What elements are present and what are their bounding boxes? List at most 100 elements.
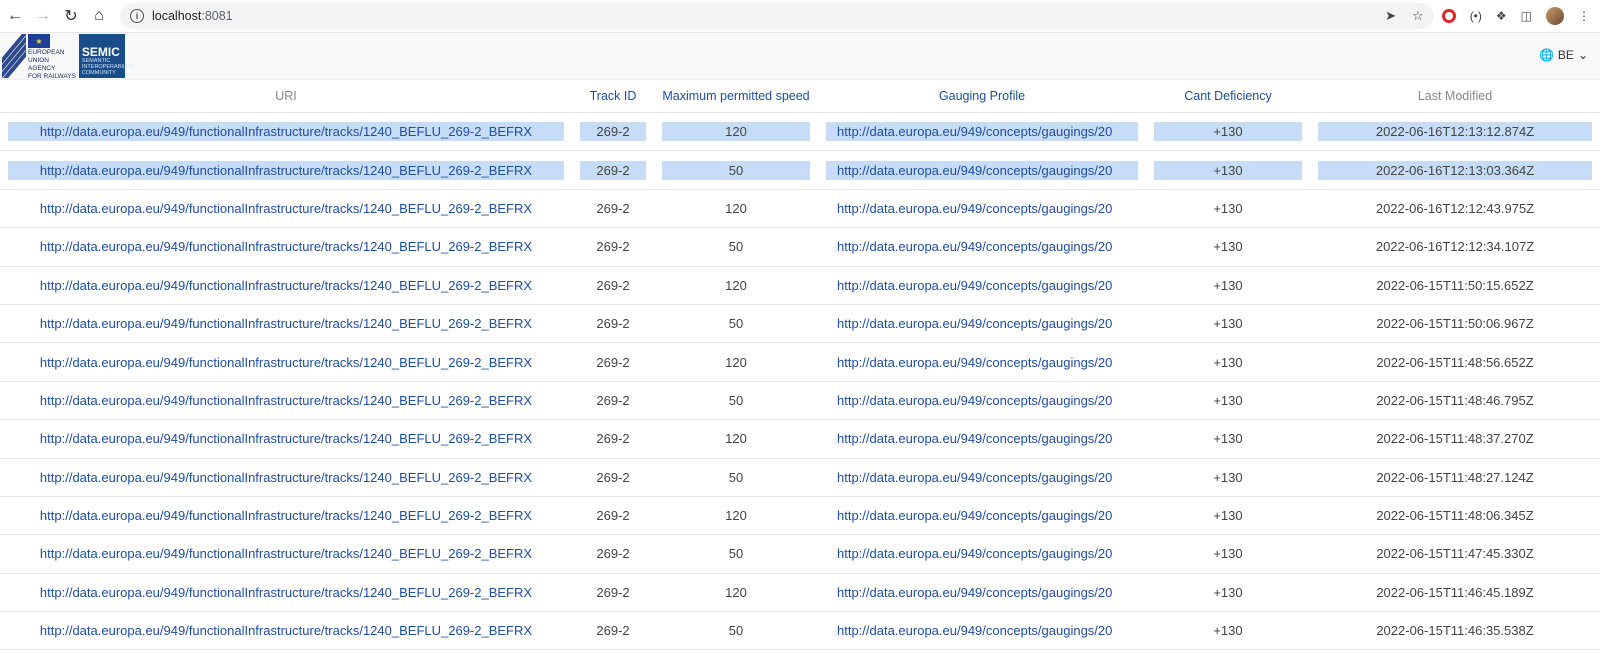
era-name-line: AGENCY [28, 65, 56, 72]
gauging-profile-link[interactable]: http://data.europa.eu/949/concepts/gaugi… [826, 468, 1138, 487]
gauging-profile-link[interactable]: http://data.europa.eu/949/concepts/gaugi… [826, 391, 1138, 410]
uri-link[interactable]: http://data.europa.eu/949/functionalInfr… [8, 391, 564, 410]
table-row[interactable]: http://data.europa.eu/949/functionalInfr… [0, 267, 1600, 305]
table-row[interactable]: http://data.europa.eu/949/functionalInfr… [0, 497, 1600, 536]
table-row[interactable]: http://data.europa.eu/949/functionalInfr… [0, 343, 1600, 382]
cant-deficiency-cell: +130 [1154, 160, 1302, 180]
uri-link[interactable]: http://data.europa.eu/949/functionalInfr… [8, 506, 564, 525]
profile-avatar[interactable] [1546, 7, 1564, 25]
max-speed-cell: 50 [728, 239, 744, 255]
gauging-profile-link[interactable]: http://data.europa.eu/949/concepts/gaugi… [826, 621, 1138, 640]
column-header-uri[interactable]: URI [0, 80, 572, 113]
home-icon[interactable]: ⌂ [86, 3, 112, 29]
column-header-last-modified[interactable]: Last Modified [1310, 80, 1600, 113]
side-panel-icon[interactable]: ◫ [1521, 9, 1532, 23]
last-modified-cell: 2022-06-16T12:12:34.107Z [1375, 239, 1535, 255]
track-id-cell: 269-2 [580, 160, 646, 180]
uri-link[interactable]: http://data.europa.eu/949/functionalInfr… [8, 429, 564, 448]
max-speed-cell: 50 [662, 160, 810, 180]
cant-deficiency-cell: +130 [1213, 508, 1243, 524]
uri-link[interactable]: http://data.europa.eu/949/functionalInfr… [8, 544, 564, 563]
uri-link[interactable]: http://data.europa.eu/949/functionalInfr… [8, 276, 564, 295]
opera-extension-icon[interactable] [1441, 9, 1456, 23]
track-id-cell: 269-2 [596, 469, 630, 485]
uri-link[interactable]: http://data.europa.eu/949/functionalInfr… [8, 160, 564, 180]
gauging-profile-link[interactable]: http://data.europa.eu/949/concepts/gaugi… [826, 276, 1138, 295]
max-speed-cell: 120 [662, 122, 810, 142]
max-speed-cell: 50 [728, 623, 744, 639]
gauging-profile-link[interactable]: http://data.europa.eu/949/concepts/gaugi… [826, 506, 1138, 525]
era-stripes-graphic [2, 34, 26, 78]
gauging-profile-link[interactable]: http://data.europa.eu/949/concepts/gaugi… [826, 314, 1138, 333]
semic-logo[interactable]: SEMIC SEMANTIC INTEROPERABILITY COMMUNIT… [78, 34, 135, 78]
uri-link[interactable]: http://data.europa.eu/949/functionalInfr… [8, 237, 564, 256]
cant-deficiency-cell: +130 [1213, 354, 1243, 370]
track-id-cell: 269-2 [596, 584, 630, 600]
max-speed-cell: 120 [725, 277, 747, 293]
last-modified-cell: 2022-06-15T11:48:46.795Z [1376, 392, 1534, 408]
extensions-puzzle-icon[interactable]: ❖ [1496, 9, 1507, 23]
send-icon[interactable]: ➤ [1385, 8, 1396, 24]
era-name-line: UNION [28, 57, 49, 64]
table-row[interactable]: http://data.europa.eu/949/functionalInfr… [0, 574, 1600, 613]
era-name-line: EUROPEAN [28, 49, 65, 56]
table-row[interactable]: http://data.europa.eu/949/functionalInfr… [0, 228, 1600, 267]
column-header-max-speed[interactable]: Maximum permitted speed [654, 80, 818, 113]
menu-kebab-icon[interactable]: ⋮ [1578, 9, 1590, 23]
table-row[interactable]: http://data.europa.eu/949/functionalInfr… [0, 190, 1600, 229]
extension-code-icon[interactable]: (•) [1470, 9, 1482, 23]
table-header-row: URI Track ID Maximum permitted speed Gau… [0, 80, 1600, 113]
track-id-cell: 269-2 [596, 316, 630, 332]
reload-icon[interactable]: ↻ [58, 3, 84, 29]
site-info-icon[interactable]: i [130, 9, 144, 23]
gauging-profile-link[interactable]: http://data.europa.eu/949/concepts/gaugi… [826, 429, 1138, 448]
uri-link[interactable]: http://data.europa.eu/949/functionalInfr… [8, 199, 564, 218]
forward-icon[interactable]: → [30, 3, 56, 29]
uri-link[interactable]: http://data.europa.eu/949/functionalInfr… [8, 621, 564, 640]
gauging-profile-link[interactable]: http://data.europa.eu/949/concepts/gaugi… [826, 353, 1138, 372]
last-modified-cell: 2022-06-15T11:47:45.330Z [1376, 546, 1534, 562]
gauging-profile-link[interactable]: http://data.europa.eu/949/concepts/gaugi… [826, 199, 1138, 218]
table-row[interactable]: http://data.europa.eu/949/functionalInfr… [0, 382, 1600, 421]
eu-flag-icon: ★ [28, 34, 50, 48]
gauging-profile-link[interactable]: http://data.europa.eu/949/concepts/gaugi… [826, 583, 1138, 602]
column-header-track-id[interactable]: Track ID [572, 80, 654, 113]
table-row[interactable]: http://data.europa.eu/949/functionalInfr… [0, 151, 1600, 190]
bookmark-star-icon[interactable]: ☆ [1412, 8, 1424, 24]
table-row[interactable]: http://data.europa.eu/949/functionalInfr… [0, 459, 1600, 497]
table-row[interactable]: http://data.europa.eu/949/functionalInfr… [0, 305, 1600, 344]
gauging-profile-link[interactable]: http://data.europa.eu/949/concepts/gaugi… [826, 544, 1138, 563]
table-row[interactable]: http://data.europa.eu/949/functionalInfr… [0, 113, 1600, 152]
uri-link[interactable]: http://data.europa.eu/949/functionalInfr… [8, 314, 564, 333]
uri-link[interactable]: http://data.europa.eu/949/functionalInfr… [8, 583, 564, 602]
cant-deficiency-cell: +130 [1213, 277, 1243, 293]
gauging-profile-link[interactable]: http://data.europa.eu/949/concepts/gaugi… [826, 122, 1138, 142]
column-header-gauging-profile[interactable]: Gauging Profile [818, 80, 1146, 113]
language-selector[interactable]: 🌐 BE ⌄ [1539, 48, 1588, 62]
cant-deficiency-cell: +130 [1213, 584, 1243, 600]
uri-link[interactable]: http://data.europa.eu/949/functionalInfr… [8, 468, 564, 487]
address-bar[interactable]: i localhost:8081 ➤ ☆ [120, 3, 1434, 29]
cant-deficiency-cell: +130 [1213, 469, 1243, 485]
track-id-cell: 269-2 [596, 239, 630, 255]
table-row[interactable]: http://data.europa.eu/949/functionalInfr… [0, 420, 1600, 459]
table-row[interactable]: http://data.europa.eu/949/functionalInfr… [0, 535, 1600, 574]
track-id-cell: 269-2 [596, 623, 630, 639]
back-icon[interactable]: ← [2, 3, 28, 29]
last-modified-cell: 2022-06-15T11:50:06.967Z [1376, 316, 1534, 332]
track-id-cell: 269-2 [596, 392, 630, 408]
max-speed-cell: 120 [725, 584, 747, 600]
cant-deficiency-cell: +130 [1154, 122, 1302, 142]
uri-link[interactable]: http://data.europa.eu/949/functionalInfr… [8, 122, 564, 142]
column-header-cant-deficiency[interactable]: Cant Deficiency [1146, 80, 1310, 113]
gauging-profile-link[interactable]: http://data.europa.eu/949/concepts/gaugi… [826, 160, 1138, 180]
era-name-line: FOR RAILWAYS [28, 73, 76, 80]
last-modified-cell: 2022-06-16T12:13:12.874Z [1318, 122, 1592, 142]
last-modified-cell: 2022-06-15T11:48:37.270Z [1376, 431, 1534, 447]
table-row[interactable]: http://data.europa.eu/949/functionalInfr… [0, 612, 1600, 651]
track-id-cell: 269-2 [596, 200, 630, 216]
uri-link[interactable]: http://data.europa.eu/949/functionalInfr… [8, 353, 564, 372]
last-modified-cell: 2022-06-15T11:46:45.189Z [1376, 584, 1534, 600]
gauging-profile-link[interactable]: http://data.europa.eu/949/concepts/gaugi… [826, 237, 1138, 256]
era-logo[interactable]: ★ EUROPEAN UNION AGENCY FOR RAILWAYS [2, 34, 76, 80]
